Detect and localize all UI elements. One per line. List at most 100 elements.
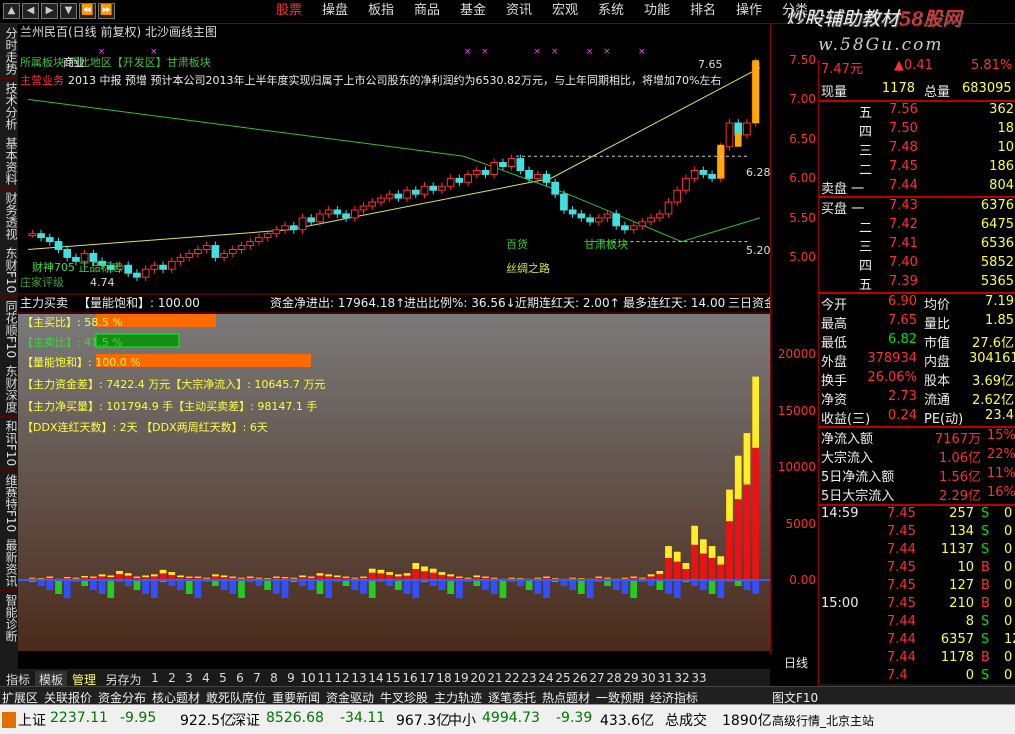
indicator-tab-27[interactable]: 24 — [538, 671, 554, 685]
indicator-tab-21[interactable]: 18 — [436, 671, 452, 685]
candle[interactable] — [307, 217, 316, 223]
nav-tab-7[interactable]: 和讯F10 — [0, 417, 18, 471]
menu-item-4[interactable]: 基金 — [450, 0, 496, 24]
indicator-tab-13[interactable]: 10 — [300, 671, 316, 685]
candle[interactable] — [211, 245, 220, 258]
candle[interactable] — [237, 245, 246, 250]
forward-button[interactable]: ⏩ — [98, 3, 115, 19]
indicator-tab-6[interactable]: 3 — [181, 671, 197, 685]
candle[interactable] — [263, 233, 272, 239]
candle[interactable] — [281, 225, 289, 231]
candle[interactable] — [682, 177, 690, 191]
candle[interactable] — [54, 241, 63, 250]
candle[interactable] — [490, 162, 499, 175]
indicator-tab-22[interactable]: 19 — [453, 671, 469, 685]
candle[interactable] — [464, 173, 472, 183]
nav-down-button[interactable]: ▼ — [60, 3, 77, 19]
nav-tab-2[interactable]: 基本资料 — [0, 134, 18, 189]
indicator-tab-12[interactable]: 9 — [283, 671, 299, 685]
nav-tab-5[interactable]: 同花顺F10 — [0, 297, 18, 363]
indicator-tab-5[interactable]: 2 — [164, 671, 180, 685]
candle[interactable] — [394, 193, 403, 199]
rewind-button[interactable]: ⏪ — [79, 3, 96, 19]
candle[interactable] — [612, 213, 621, 227]
candle[interactable] — [133, 272, 141, 278]
server-name[interactable]: 高级行情_北京主站 — [772, 712, 874, 729]
candle[interactable] — [141, 268, 150, 278]
menu-item-5[interactable]: 资讯 — [496, 0, 542, 24]
candle[interactable] — [194, 248, 202, 254]
candle[interactable] — [359, 205, 368, 211]
indicator-tab-17[interactable]: 14 — [368, 671, 384, 685]
candle[interactable] — [342, 213, 350, 219]
candle[interactable] — [403, 189, 411, 199]
candle[interactable] — [272, 229, 281, 235]
candle[interactable] — [516, 158, 525, 171]
nav-tab-8[interactable]: 维赛特F10 — [0, 471, 18, 536]
indicator-tab-24[interactable]: 21 — [487, 671, 503, 685]
nav-tab-9[interactable]: 最新资讯 — [0, 536, 18, 591]
nav-tab-0[interactable]: 分时走势 — [0, 24, 18, 79]
candle[interactable] — [324, 209, 333, 215]
indicator-tab-36[interactable]: 33 — [691, 671, 707, 685]
kline-chart[interactable]: 兰州民百(日线 前复权) 北沙画线主图所属板块:西北地区【开发区】甘肃板块商业主… — [18, 24, 776, 667]
indicator-tab-7[interactable]: 4 — [198, 671, 214, 685]
indicator-tab-19[interactable]: 16 — [402, 671, 418, 685]
candle[interactable] — [568, 209, 577, 215]
indicator-tab-29[interactable]: 26 — [572, 671, 588, 685]
menu-item-1[interactable]: 操盘 — [312, 0, 358, 24]
candle[interactable] — [420, 185, 429, 195]
candle[interactable] — [603, 213, 612, 219]
candle[interactable] — [699, 169, 708, 175]
nav-tab-1[interactable]: 技术分析 — [0, 79, 18, 134]
indicator-tab-14[interactable]: 11 — [317, 671, 333, 685]
candle[interactable] — [316, 213, 324, 223]
candle[interactable] — [411, 189, 420, 195]
candle[interactable] — [481, 169, 490, 175]
candle[interactable] — [499, 162, 507, 167]
candle[interactable] — [438, 185, 446, 191]
candle[interactable] — [708, 173, 716, 179]
candle[interactable] — [185, 252, 194, 258]
nav-tab-3[interactable]: 财务透视 — [0, 189, 18, 244]
candle[interactable] — [621, 225, 629, 231]
candle[interactable] — [551, 181, 560, 195]
indicator-tab-10[interactable]: 7 — [249, 671, 265, 685]
candle[interactable] — [63, 248, 72, 258]
candle[interactable] — [577, 213, 586, 219]
candle[interactable] — [289, 225, 298, 231]
indicator-tab-20[interactable]: 17 — [419, 671, 435, 685]
indicator-tab-18[interactable]: 15 — [385, 671, 401, 685]
nav-left-button[interactable]: ◀ — [22, 3, 39, 19]
indicator-tab-30[interactable]: 27 — [589, 671, 605, 685]
indicator-tab-23[interactable]: 20 — [470, 671, 486, 685]
candle[interactable] — [37, 233, 45, 239]
candle[interactable] — [228, 248, 237, 254]
candle[interactable] — [690, 169, 699, 179]
candle[interactable] — [333, 209, 342, 215]
candle[interactable] — [255, 237, 263, 243]
menu-item-8[interactable]: 功能 — [634, 0, 680, 24]
menu-item-6[interactable]: 宏观 — [542, 0, 588, 24]
candle[interactable] — [638, 221, 647, 227]
nav-tab-6[interactable]: 东财深度 — [0, 362, 18, 418]
menu-item-2[interactable]: 板指 — [358, 0, 404, 24]
indicator-tab-16[interactable]: 13 — [351, 671, 367, 685]
candle[interactable] — [673, 189, 682, 203]
indicator-tab-9[interactable]: 6 — [232, 671, 248, 685]
candle[interactable] — [28, 233, 37, 237]
candle[interactable] — [167, 260, 176, 270]
menu-item-3[interactable]: 商品 — [404, 0, 450, 24]
candle[interactable] — [743, 122, 751, 136]
candle[interactable] — [429, 185, 438, 191]
candle[interactable] — [594, 217, 603, 223]
candle[interactable] — [159, 264, 167, 270]
menu-item-0[interactable]: 股票 — [266, 0, 312, 24]
indicator-tab-31[interactable]: 28 — [606, 671, 622, 685]
candle[interactable] — [446, 177, 455, 187]
candle[interactable] — [350, 209, 359, 219]
candle[interactable] — [725, 122, 734, 148]
candle[interactable] — [220, 252, 228, 258]
period-label[interactable]: 日线 — [784, 654, 808, 671]
candle[interactable] — [533, 173, 542, 179]
